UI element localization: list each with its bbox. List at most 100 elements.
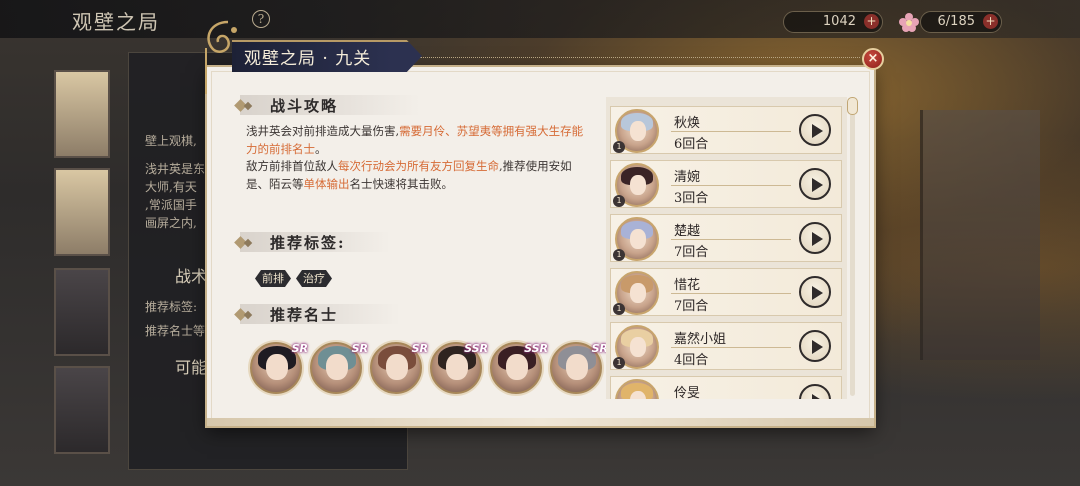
portrait-face — [630, 283, 646, 303]
title-scroll-ornament-icon — [205, 20, 237, 94]
player-name: 秋焕 — [674, 116, 701, 131]
panel-body-line: 浅井英是东 — [145, 162, 206, 176]
flower-currency-icon — [899, 13, 919, 32]
player-name: 清婉 — [674, 170, 701, 185]
player-portrait — [615, 379, 659, 399]
tags-section-header: 推荐标签: — [234, 232, 390, 252]
round-count: 7回合 — [674, 245, 709, 260]
level-badge: 1 — [613, 357, 625, 369]
card-divider — [671, 347, 791, 348]
add-flowers-button[interactable]: + — [983, 14, 998, 29]
level-badge: 1 — [613, 249, 625, 261]
strategy-heading: 战斗攻略 — [270, 97, 339, 115]
portrait-face — [630, 175, 646, 195]
avatar-face — [386, 354, 408, 380]
player-name: 伶旻 — [674, 386, 701, 399]
strategy-text: 浅井英会对前排造成大量伤害,需要月伶、苏望夷等拥有强大生存能力的前排名士。 敌方… — [246, 123, 592, 193]
tag-healing: 治疗 — [296, 270, 332, 287]
recommended-member-avatar[interactable]: SR — [550, 342, 608, 394]
player-name: 嘉然小姐 — [674, 332, 727, 347]
add-coins-button[interactable]: + — [864, 14, 879, 29]
portrait-face — [630, 121, 646, 141]
play-replay-icon[interactable] — [799, 114, 831, 146]
record-card[interactable]: 1 伶旻 — [610, 376, 842, 399]
avatar-face — [326, 354, 348, 380]
portrait-face — [630, 229, 646, 249]
play-replay-icon[interactable] — [799, 330, 831, 362]
tags-heading: 推荐标签: — [270, 234, 346, 252]
recommended-member-avatar[interactable]: SR — [370, 342, 428, 394]
resource-value: 1042 — [822, 14, 856, 29]
recommended-member-avatar[interactable]: SR — [310, 342, 368, 394]
title-divider — [420, 57, 860, 58]
avatar-face — [566, 354, 588, 380]
close-button[interactable]: × — [862, 48, 884, 70]
dialog-title: 观壁之局 · 九关 — [244, 49, 372, 69]
rarity-badge: SSR — [464, 342, 488, 355]
panel-body-line: 画屏之内, — [145, 216, 197, 230]
record-card[interactable]: 1 清婉 3回合 — [610, 160, 842, 208]
round-count: 3回合 — [674, 191, 709, 206]
level-badge: 1 — [613, 303, 625, 315]
stage-thumbnail[interactable] — [54, 70, 110, 158]
card-divider — [671, 293, 791, 294]
list-scrollbar[interactable] — [850, 100, 855, 396]
resource-counter-coins: 1042 + — [783, 11, 883, 33]
diamond-ornament-icon — [243, 238, 253, 248]
round-count: 4回合 — [674, 353, 709, 368]
scene-screen-decoration — [920, 110, 1040, 360]
stage-thumbnail[interactable] — [54, 168, 110, 256]
rarity-badge: SR — [411, 342, 428, 355]
portrait-face — [630, 337, 646, 357]
panel-members-label: 推荐名士等 — [145, 324, 206, 338]
panel-intro: 壁上观棋, — [145, 134, 197, 148]
recommended-member-avatar[interactable]: SR — [250, 342, 308, 394]
strategy-paragraph-2: 敌方前排首位敌人每次行动会为所有友方回复生命,推荐使用安如是、陌云等单体输出名士… — [246, 158, 592, 193]
level-badge: 1 — [613, 195, 625, 207]
stage-thumbnail[interactable] — [54, 268, 110, 356]
panel-tags-label: 推荐标签: — [145, 300, 198, 314]
avatar-face — [446, 354, 468, 380]
battle-record-list[interactable]: 1 秋焕 6回合 1 清婉 3回合 1 楚越 7回合 1 惜花 7回合 1 嘉然… — [606, 97, 847, 399]
player-name: 惜花 — [674, 278, 701, 293]
record-card[interactable]: 1 楚越 7回合 — [610, 214, 842, 262]
level-badge: 1 — [613, 141, 625, 153]
round-count: 6回合 — [674, 137, 709, 152]
avatar-face — [266, 354, 288, 380]
record-card[interactable]: 1 秋焕 6回合 — [610, 106, 842, 154]
card-divider — [671, 185, 791, 186]
rarity-badge: SSR — [524, 342, 548, 355]
recommended-member-avatar[interactable]: SSR — [490, 342, 548, 394]
player-name: 楚越 — [674, 224, 701, 239]
panel-body-line: ,常派国手 — [145, 198, 197, 212]
record-card[interactable]: 1 嘉然小姐 4回合 — [610, 322, 842, 370]
background-title: 观壁之局 — [72, 10, 160, 34]
members-section-header: 推荐名士 — [234, 304, 400, 324]
stage-thumbnail[interactable] — [54, 366, 110, 454]
play-replay-icon[interactable] — [799, 384, 831, 399]
resource-counter-flowers: 6/185 + — [920, 11, 1002, 33]
card-divider — [671, 131, 791, 132]
help-icon[interactable]: ? — [252, 10, 270, 28]
card-divider — [671, 239, 791, 240]
recommended-member-avatar[interactable]: SSR — [430, 342, 488, 394]
diamond-ornament-icon — [243, 310, 253, 320]
rarity-badge: SR — [351, 342, 368, 355]
scrollbar-thumb[interactable] — [847, 97, 858, 115]
resource-value: 6/185 — [937, 14, 975, 29]
round-count: 7回合 — [674, 299, 709, 314]
avatar-face — [506, 354, 528, 380]
play-replay-icon[interactable] — [799, 168, 831, 200]
strategy-text-plain: 名士快速将其击败。 — [349, 176, 454, 191]
panel-body-line: 大师,有天 — [145, 180, 197, 194]
play-replay-icon[interactable] — [799, 222, 831, 254]
tag-frontline: 前排 — [255, 270, 291, 287]
strategy-text-highlight: 每次行动会为所有友方回复生命 — [338, 159, 499, 173]
strategy-section-header: 战斗攻略 — [234, 95, 420, 115]
play-replay-icon[interactable] — [799, 276, 831, 308]
rarity-badge: SR — [291, 342, 308, 355]
record-card[interactable]: 1 惜花 7回合 — [610, 268, 842, 316]
strategy-text-plain: 浅井英会对前排造成大量伤害, — [246, 124, 400, 138]
members-heading: 推荐名士 — [270, 306, 339, 324]
strategy-text-highlight: 单体输出 — [303, 176, 350, 191]
